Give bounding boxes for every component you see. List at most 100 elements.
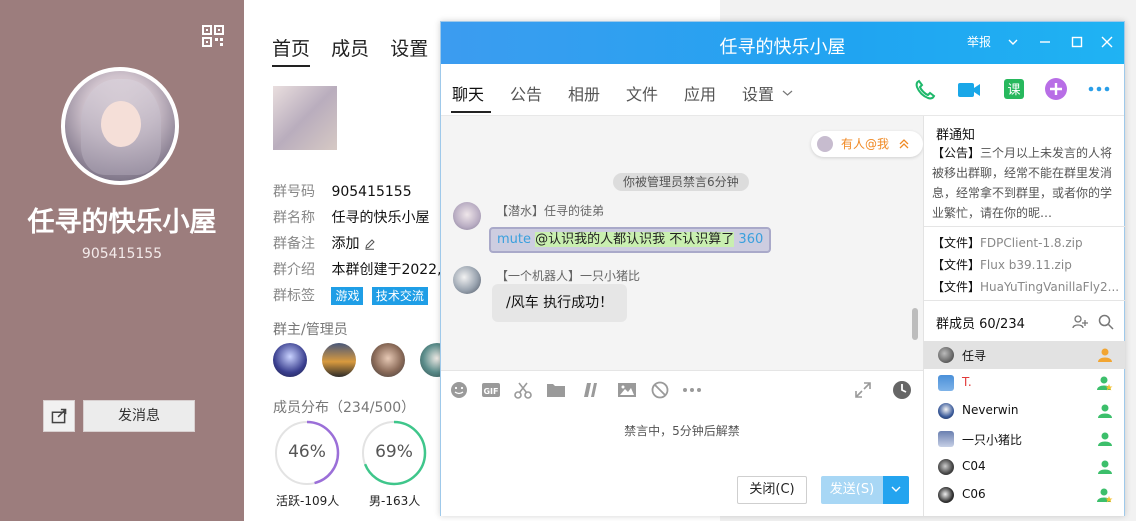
send-options-button[interactable] xyxy=(883,476,909,504)
history-clock-icon[interactable] xyxy=(892,380,912,400)
double-chevron-up-icon xyxy=(899,139,909,149)
folder-icon[interactable] xyxy=(546,381,566,399)
tab-files[interactable]: 文件 xyxy=(626,81,658,105)
info-value: 任寻的快乐小屋 xyxy=(331,210,430,226)
member-row[interactable]: 一只小猪比 xyxy=(924,425,1125,453)
members-title: 群成员 60/234 xyxy=(936,317,1025,332)
qr-code-icon[interactable] xyxy=(202,25,224,47)
avatar[interactable] xyxy=(453,266,481,294)
video-call-icon[interactable] xyxy=(956,78,982,102)
search-icon[interactable] xyxy=(1098,314,1114,330)
tab-album[interactable]: 相册 xyxy=(568,81,600,105)
group-photo-thumbnail[interactable] xyxy=(273,86,337,150)
more-tools-icon[interactable] xyxy=(682,387,702,393)
mute-tip-text: 禁言中，5分钟后解禁 xyxy=(624,424,740,438)
scissors-icon[interactable] xyxy=(514,381,532,399)
close-button[interactable]: 关闭(C) xyxy=(737,476,807,504)
more-icon[interactable] xyxy=(1087,82,1111,96)
pencil-icon[interactable] xyxy=(364,238,376,250)
admins-label: 群主/管理员 xyxy=(273,322,348,338)
tag-game[interactable]: 游戏 xyxy=(331,287,364,305)
avatar xyxy=(938,459,954,475)
file-item[interactable]: 【文件】Flux b39.11.zip xyxy=(932,254,1122,276)
message-area[interactable]: 有人@我 你被管理员禁言6分钟 【潜水】任寻的徒弟 mute @认识我的人都认识… xyxy=(441,116,923,370)
info-row: 群介绍 本群创建于2022, xyxy=(273,258,442,284)
file-name: HuaYuTingVanillaFly2... xyxy=(980,280,1120,294)
member-name: Neverwin xyxy=(962,403,1019,417)
avatar xyxy=(938,487,954,503)
group-avatar[interactable] xyxy=(61,67,179,185)
member-row[interactable]: C04 xyxy=(924,453,1125,481)
tag-tech[interactable]: 技术交流 xyxy=(371,287,428,305)
desktop: 任寻的快乐小屋 905415155 发消息 首页 成员 设置 群号码 90541… xyxy=(0,0,1136,521)
avatar xyxy=(938,403,954,419)
file-item[interactable]: 【文件】HuaYuTingVanillaFly2... xyxy=(932,276,1122,298)
tab-settings[interactable]: 设置 xyxy=(742,81,774,105)
class-icon[interactable]: 课 xyxy=(1002,77,1026,101)
info-row: 群名称 任寻的快乐小屋 xyxy=(273,206,442,232)
message-input-area[interactable]: 禁言中，5分钟后解禁 关闭(C) 发送(S) xyxy=(441,406,923,516)
mention-label: 有人@我 xyxy=(841,137,890,151)
chevron-down-icon[interactable] xyxy=(1007,36,1019,48)
sender-name[interactable]: 【潜水】任寻的徒弟 xyxy=(496,202,604,219)
mute-keyword: mute xyxy=(497,232,531,247)
message-bubble[interactable]: /风车 执行成功！ xyxy=(492,284,628,322)
sender-name[interactable]: 【一个机器人】一只小猪比 xyxy=(496,267,640,284)
tab-settings[interactable]: 设置 xyxy=(390,34,428,65)
add-member-icon[interactable] xyxy=(1072,314,1088,330)
expand-icon[interactable] xyxy=(854,381,872,399)
admin-badge-icon xyxy=(1097,376,1113,391)
info-row: 群标签 游戏 技术交流 xyxy=(273,284,442,310)
share-button[interactable] xyxy=(43,400,75,432)
scrollbar[interactable] xyxy=(912,308,918,340)
send-button[interactable]: 发送(S) xyxy=(821,476,883,504)
minimize-icon[interactable] xyxy=(1039,36,1051,48)
tab-announcement[interactable]: 公告 xyxy=(510,81,542,105)
gif-icon[interactable]: GIF xyxy=(481,381,501,399)
file-item[interactable]: 【文件】FDPClient-1.8.zip xyxy=(932,232,1122,254)
tab-chat[interactable]: 聊天 xyxy=(452,81,484,105)
active-percent: 46% xyxy=(288,442,326,462)
chat-titlebar[interactable]: 任寻的快乐小屋 举报 xyxy=(441,22,1124,64)
member-name: T. xyxy=(962,375,972,389)
report-button[interactable]: 举报 xyxy=(967,33,991,50)
shake-icon[interactable] xyxy=(581,381,599,399)
send-message-button[interactable]: 发消息 xyxy=(83,400,195,432)
admin-avatar[interactable] xyxy=(371,343,406,377)
chevron-down-icon xyxy=(891,486,901,492)
voice-call-icon[interactable] xyxy=(913,78,937,102)
member-row[interactable]: 任寻 xyxy=(924,341,1125,369)
svg-text:GIF: GIF xyxy=(483,387,498,396)
distribution-label: 成员分布（234/500） xyxy=(273,400,416,416)
emoji-icon[interactable] xyxy=(450,381,468,399)
tab-apps[interactable]: 应用 xyxy=(684,81,716,105)
file-name: FDPClient-1.8.zip xyxy=(980,236,1083,250)
image-icon[interactable] xyxy=(617,381,637,399)
admin-avatar[interactable] xyxy=(322,343,357,377)
file-list: 【文件】FDPClient-1.8.zip 【文件】Flux b39.11.zi… xyxy=(932,232,1122,298)
active-tab-indicator xyxy=(451,111,491,113)
admin-avatar[interactable] xyxy=(273,343,307,377)
close-icon[interactable] xyxy=(1101,36,1113,48)
member-row[interactable]: C06 xyxy=(924,481,1125,509)
member-row[interactable]: Neverwin xyxy=(924,397,1125,425)
settings-chevron-icon[interactable] xyxy=(782,88,793,98)
group-name-title: 任寻的快乐小屋 xyxy=(27,207,217,238)
info-key: 群名称 xyxy=(273,210,315,226)
tab-home[interactable]: 首页 xyxy=(272,34,311,67)
mention-notice-pill[interactable]: 有人@我 xyxy=(811,131,923,157)
message-bubble[interactable]: mute @认识我的人都认识我 不认识算了 360 xyxy=(489,227,772,253)
member-row[interactable]: T. xyxy=(924,369,1125,397)
member-name: C04 xyxy=(962,459,986,473)
chat-tabs-bar: 聊天 公告 相册 文件 应用 设置 课 xyxy=(441,64,1124,116)
tab-members[interactable]: 成员 xyxy=(331,34,369,65)
avatar[interactable] xyxy=(453,202,481,230)
file-prefix: 【文件】 xyxy=(932,258,981,272)
maximize-icon[interactable] xyxy=(1071,36,1083,48)
block-icon[interactable] xyxy=(651,381,669,399)
add-remark-link[interactable]: 添加 xyxy=(331,236,359,252)
add-app-icon[interactable] xyxy=(1044,77,1068,101)
announcement-preview[interactable]: 【公告】三个月以上未发言的人将被移出群聊，经常不能在群里发消息，经常拿不到群里，… xyxy=(932,143,1117,223)
member-name: 任寻 xyxy=(962,349,987,363)
chat-title: 任寻的快乐小屋 xyxy=(719,37,846,58)
